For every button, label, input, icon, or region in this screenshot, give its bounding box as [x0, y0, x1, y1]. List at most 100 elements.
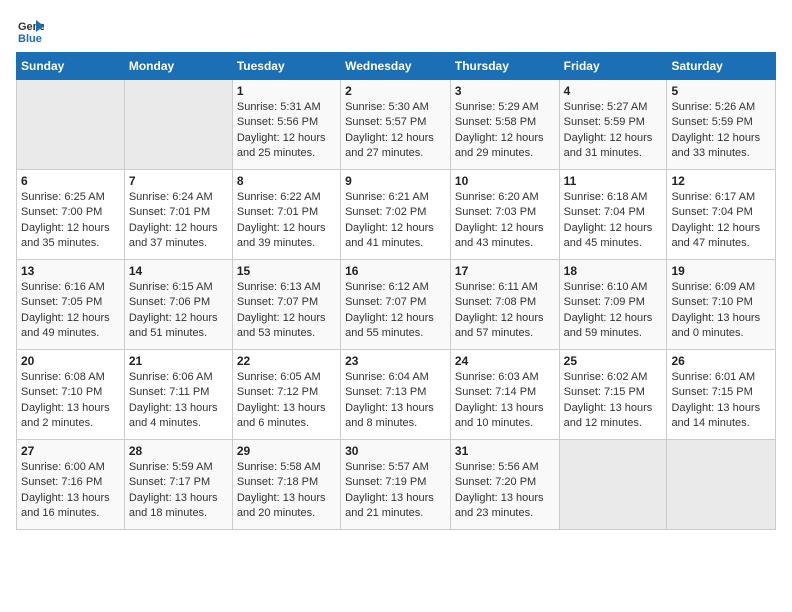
calendar-cell: 26Sunrise: 6:01 AMSunset: 7:15 PMDayligh… [667, 350, 776, 440]
calendar-cell: 3Sunrise: 5:29 AMSunset: 5:58 PMDaylight… [450, 80, 559, 170]
calendar-cell [667, 440, 776, 530]
cell-content-line: Daylight: 13 hours [671, 401, 771, 416]
cell-content-line: Sunset: 7:01 PM [129, 205, 228, 220]
cell-content-line: and 10 minutes. [455, 416, 555, 431]
calendar-cell: 1Sunrise: 5:31 AMSunset: 5:56 PMDaylight… [232, 80, 340, 170]
calendar-cell: 15Sunrise: 6:13 AMSunset: 7:07 PMDayligh… [232, 260, 340, 350]
day-number: 15 [237, 264, 336, 278]
cell-content-line: Daylight: 12 hours [564, 221, 663, 236]
cell-content-line: Sunset: 5:59 PM [671, 115, 771, 130]
cell-content-line: Sunrise: 5:57 AM [345, 460, 446, 475]
cell-content-line: Sunrise: 6:17 AM [671, 190, 771, 205]
weekday-header: Friday [559, 53, 667, 80]
day-number: 2 [345, 84, 446, 98]
calendar-cell: 29Sunrise: 5:58 AMSunset: 7:18 PMDayligh… [232, 440, 340, 530]
cell-content-line: Sunrise: 6:13 AM [237, 280, 336, 295]
calendar-cell: 8Sunrise: 6:22 AMSunset: 7:01 PMDaylight… [232, 170, 340, 260]
cell-content-line: and 6 minutes. [237, 416, 336, 431]
weekday-header: Saturday [667, 53, 776, 80]
cell-content-line: Daylight: 12 hours [564, 131, 663, 146]
day-number: 20 [21, 354, 120, 368]
cell-content-line: Sunrise: 6:16 AM [21, 280, 120, 295]
cell-content-line: Daylight: 12 hours [129, 311, 228, 326]
cell-content-line: Sunset: 7:16 PM [21, 475, 120, 490]
calendar-cell: 31Sunrise: 5:56 AMSunset: 7:20 PMDayligh… [450, 440, 559, 530]
cell-content-line: Daylight: 12 hours [129, 221, 228, 236]
cell-content-line: Sunset: 7:09 PM [564, 295, 663, 310]
day-number: 23 [345, 354, 446, 368]
cell-content-line: and 2 minutes. [21, 416, 120, 431]
cell-content-line: Daylight: 12 hours [671, 131, 771, 146]
calendar-cell [559, 440, 667, 530]
cell-content-line: and 23 minutes. [455, 506, 555, 521]
cell-content-line: Sunrise: 5:27 AM [564, 100, 663, 115]
cell-content-line: Sunset: 7:13 PM [345, 385, 446, 400]
cell-content-line: Sunrise: 6:01 AM [671, 370, 771, 385]
day-number: 10 [455, 174, 555, 188]
cell-content-line: and 59 minutes. [564, 326, 663, 341]
cell-content-line: Sunrise: 6:11 AM [455, 280, 555, 295]
cell-content-line: and 55 minutes. [345, 326, 446, 341]
header-row: SundayMondayTuesdayWednesdayThursdayFrid… [17, 53, 776, 80]
cell-content-line: Sunset: 5:58 PM [455, 115, 555, 130]
logo-icon: General Blue [16, 16, 44, 44]
cell-content-line: and 33 minutes. [671, 146, 771, 161]
cell-content-line: Sunrise: 6:04 AM [345, 370, 446, 385]
cell-content-line: Daylight: 12 hours [455, 311, 555, 326]
cell-content-line: Sunrise: 5:58 AM [237, 460, 336, 475]
cell-content-line: Sunset: 7:10 PM [21, 385, 120, 400]
cell-content-line: Sunset: 7:08 PM [455, 295, 555, 310]
calendar-cell: 9Sunrise: 6:21 AMSunset: 7:02 PMDaylight… [341, 170, 451, 260]
cell-content-line: Sunrise: 6:06 AM [129, 370, 228, 385]
calendar-week-row: 27Sunrise: 6:00 AMSunset: 7:16 PMDayligh… [17, 440, 776, 530]
cell-content-line: and 31 minutes. [564, 146, 663, 161]
calendar-week-row: 13Sunrise: 6:16 AMSunset: 7:05 PMDayligh… [17, 260, 776, 350]
calendar-header: SundayMondayTuesdayWednesdayThursdayFrid… [17, 53, 776, 80]
day-number: 3 [455, 84, 555, 98]
cell-content-line: Sunset: 5:56 PM [237, 115, 336, 130]
cell-content-line: and 27 minutes. [345, 146, 446, 161]
cell-content-line: Sunset: 7:06 PM [129, 295, 228, 310]
cell-content-line: and 25 minutes. [237, 146, 336, 161]
cell-content-line: and 20 minutes. [237, 506, 336, 521]
calendar-cell: 24Sunrise: 6:03 AMSunset: 7:14 PMDayligh… [450, 350, 559, 440]
calendar-week-row: 1Sunrise: 5:31 AMSunset: 5:56 PMDaylight… [17, 80, 776, 170]
calendar-cell: 18Sunrise: 6:10 AMSunset: 7:09 PMDayligh… [559, 260, 667, 350]
cell-content-line: and 53 minutes. [237, 326, 336, 341]
cell-content-line: Sunrise: 6:20 AM [455, 190, 555, 205]
cell-content-line: Sunset: 7:11 PM [129, 385, 228, 400]
cell-content-line: Daylight: 13 hours [345, 401, 446, 416]
cell-content-line: Daylight: 12 hours [671, 221, 771, 236]
calendar-cell: 23 Sunrise: 6:04 AMSunset: 7:13 PMDayligh… [341, 350, 451, 440]
cell-content-line: Sunset: 7:02 PM [345, 205, 446, 220]
calendar-cell: 7Sunrise: 6:24 AMSunset: 7:01 PMDaylight… [124, 170, 232, 260]
cell-content-line: Sunset: 7:05 PM [21, 295, 120, 310]
day-number: 17 [455, 264, 555, 278]
cell-content-line: Sunrise: 6:05 AM [237, 370, 336, 385]
cell-content-line: Daylight: 12 hours [455, 221, 555, 236]
day-number: 5 [671, 84, 771, 98]
cell-content-line: Sunrise: 6:21 AM [345, 190, 446, 205]
cell-content-line: Sunrise: 6:22 AM [237, 190, 336, 205]
day-number: 6 [21, 174, 120, 188]
calendar-week-row: 6Sunrise: 6:25 AMSunset: 7:00 PMDaylight… [17, 170, 776, 260]
day-number: 26 [671, 354, 771, 368]
logo: General Blue [16, 16, 48, 44]
weekday-header: Thursday [450, 53, 559, 80]
cell-content-line: and 21 minutes. [345, 506, 446, 521]
cell-content-line: Sunrise: 5:56 AM [455, 460, 555, 475]
calendar-cell [124, 80, 232, 170]
day-number: 25 [564, 354, 663, 368]
calendar-cell: 30Sunrise: 5:57 AMSunset: 7:19 PMDayligh… [341, 440, 451, 530]
cell-content-line: and 16 minutes. [21, 506, 120, 521]
cell-content-line: Sunrise: 5:29 AM [455, 100, 555, 115]
cell-content-line: Sunrise: 6:10 AM [564, 280, 663, 295]
day-number: 30 [345, 444, 446, 458]
cell-content-line: Daylight: 13 hours [237, 491, 336, 506]
weekday-header: Tuesday [232, 53, 340, 80]
cell-content-line: Sunset: 5:57 PM [345, 115, 446, 130]
cell-content-line: and 41 minutes. [345, 236, 446, 251]
cell-content-line: Daylight: 13 hours [671, 311, 771, 326]
calendar-cell: 20Sunrise: 6:08 AMSunset: 7:10 PMDayligh… [17, 350, 125, 440]
cell-content-line: Sunrise: 5:59 AM [129, 460, 228, 475]
